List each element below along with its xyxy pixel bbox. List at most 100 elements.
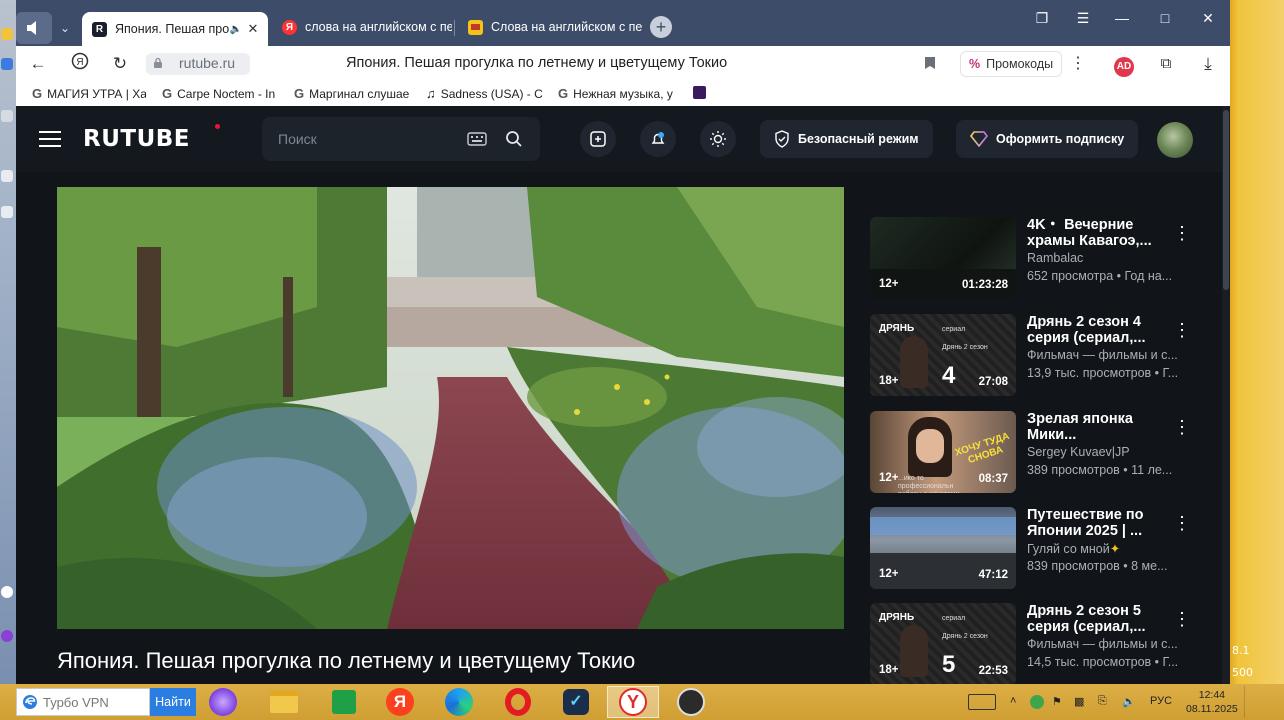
reload-button[interactable]: ↻ xyxy=(108,52,132,76)
taskbar-app-yandex-browser[interactable]: Y xyxy=(607,686,659,718)
extensions-menu-button[interactable]: ⧉ xyxy=(1154,52,1178,76)
show-desktop-button[interactable] xyxy=(1244,686,1284,718)
close-window-button[interactable]: ✕ xyxy=(1198,8,1218,28)
yandex-home-button[interactable]: Я xyxy=(68,52,92,76)
desktop-shortcut-icon[interactable] xyxy=(1,28,13,40)
channel-name[interactable]: Sergey Kuvaev|JP xyxy=(1027,445,1195,459)
recommendation-item[interactable]: 12+ 47:12 Путешествие по Японии 2025 | .… xyxy=(870,507,1206,591)
video-player[interactable] xyxy=(57,187,844,629)
tab-doc[interactable]: Слова на английском с пе xyxy=(458,12,644,42)
video-thumbnail[interactable]: ДРЯНЬ сериал Дрянь 2 сезон 18+ 5 22:53 xyxy=(870,603,1016,685)
channel-name[interactable]: Rambalac xyxy=(1027,251,1195,265)
promo-codes-button[interactable]: % Промокоды xyxy=(960,51,1063,77)
bookmark-item[interactable]: ♫ Sadness (USA) - C xyxy=(426,86,544,101)
downloads-button[interactable]: ⤓ xyxy=(1196,52,1220,76)
menu-button[interactable]: ☰ xyxy=(1073,8,1093,28)
tab-yandex-search[interactable]: Я слова на английском с пе xyxy=(272,12,452,42)
channel-name[interactable]: Фильмач — фильмы и с... xyxy=(1027,348,1195,362)
recommendation-item[interactable]: ДРЯНЬ сериал Дрянь 2 сезон 18+ 5 22:53 Д… xyxy=(870,603,1206,687)
recommendation-item[interactable]: ДРЯНЬ сериал Дрянь 2 сезон 18+ 4 27:08 Д… xyxy=(870,314,1206,398)
video-thumbnail[interactable]: ХОЧУ ТУДА СНОВА ...ико то профессиональн… xyxy=(870,411,1016,493)
scrollbar-thumb[interactable] xyxy=(1223,110,1229,290)
network-icon[interactable]: ▩ xyxy=(1074,695,1084,708)
search-input[interactable]: Поиск xyxy=(262,117,540,161)
extension-button[interactable]: AD xyxy=(1112,52,1136,77)
more-vertical-icon[interactable]: ⋮ xyxy=(1173,609,1191,629)
hamburger-menu-icon[interactable] xyxy=(39,130,61,148)
bookmark-item[interactable]: G Маргинал слушае xyxy=(294,86,412,101)
desktop-shortcut-icon[interactable] xyxy=(1,170,13,182)
keyboard-tray-icon[interactable] xyxy=(968,694,996,710)
recommendation-title[interactable]: 4K・ Вечерние храмы Кавагоэ,... xyxy=(1027,217,1167,249)
new-tab-button[interactable]: + xyxy=(650,16,672,38)
search-icon[interactable] xyxy=(505,130,523,148)
recommendation-title[interactable]: Дрянь 2 сезон 5 серия (сериал,... xyxy=(1027,603,1167,635)
more-vertical-icon[interactable]: ⋮ xyxy=(1173,513,1191,533)
safe-mode-button[interactable]: Безопасный режим xyxy=(760,120,933,158)
desktop-shortcut-icon[interactable] xyxy=(1,110,13,122)
more-options-button[interactable]: ⋮ xyxy=(1066,52,1090,76)
tab-rutube[interactable]: R Япония. Пешая прог 🔈 ✕ xyxy=(82,12,268,46)
video-meta: 652 просмотра • Год на... xyxy=(1027,269,1173,283)
collections-button[interactable]: ❐ xyxy=(1032,8,1052,28)
close-tab-icon[interactable]: ✕ xyxy=(244,21,262,37)
bookmark-item[interactable]: G Carpe Noctem - In xyxy=(162,86,280,101)
video-title: Япония. Пешая прогулка по летнему и цвет… xyxy=(57,648,636,673)
more-vertical-icon[interactable]: ⋮ xyxy=(1173,223,1191,243)
taskbar-app-alice[interactable] xyxy=(197,686,249,718)
theme-toggle-button[interactable] xyxy=(700,121,736,157)
url-text[interactable]: rutube.ru xyxy=(179,55,235,71)
recommendation-title[interactable]: Зрелая японка Мики... xyxy=(1027,411,1167,443)
rutube-logo[interactable]: RUTUBE xyxy=(83,126,190,152)
keyboard-icon[interactable] xyxy=(467,132,487,146)
video-thumbnail[interactable]: 12+ 01:23:28 xyxy=(870,217,1016,299)
taskbar-app-obs[interactable] xyxy=(665,686,717,718)
printer-icon[interactable]: ⎘ xyxy=(1098,695,1107,708)
more-vertical-icon[interactable]: ⋮ xyxy=(1173,417,1191,437)
video-thumbnail[interactable]: 12+ 47:12 xyxy=(870,507,1016,589)
taskbar-app-store[interactable] xyxy=(318,686,370,718)
bookmark-item[interactable]: G Нежная музыка, у xyxy=(558,86,676,101)
recommendation-title[interactable]: Путешествие по Японии 2025 | ... xyxy=(1027,507,1167,539)
subscribe-button[interactable]: Оформить подписку xyxy=(956,120,1139,158)
desktop-shortcut-icon[interactable] xyxy=(1,206,13,218)
taskbar-app-explorer[interactable] xyxy=(258,686,310,718)
recommendation-item[interactable]: ХОЧУ ТУДА СНОВА ...ико то профессиональн… xyxy=(870,411,1206,495)
maximize-button[interactable]: □ xyxy=(1155,8,1175,28)
bookmark-icon[interactable] xyxy=(924,56,936,70)
back-button[interactable]: ← xyxy=(26,52,50,76)
minimize-button[interactable]: — xyxy=(1112,8,1132,28)
chevron-up-icon[interactable]: ˄ xyxy=(1010,695,1016,707)
channel-name[interactable]: Фильмач — фильмы и с... xyxy=(1027,637,1195,651)
flag-icon[interactable]: ⚑ xyxy=(1052,695,1062,708)
desktop-shortcut-icon[interactable] xyxy=(1,586,13,598)
clock[interactable]: 12:44 08.11.2025 xyxy=(1186,688,1238,716)
notifications-button[interactable] xyxy=(640,121,676,157)
taskbar-search-input[interactable]: Турбо VPN xyxy=(16,688,150,716)
app-tray-icon[interactable] xyxy=(1030,695,1044,709)
video-app-icon xyxy=(693,86,706,99)
desktop-shortcut-icon[interactable] xyxy=(1,630,13,642)
language-indicator[interactable]: РУС xyxy=(1150,695,1172,707)
more-vertical-icon[interactable]: ⋮ xyxy=(1173,320,1191,340)
upload-button[interactable] xyxy=(580,121,616,157)
video-meta: 839 просмотров • 8 ме... xyxy=(1027,559,1168,573)
recommendation-title[interactable]: Дрянь 2 сезон 4 серия (сериал,... xyxy=(1027,314,1167,346)
bookmark-item[interactable]: G МАГИЯ УТРА | Ха xyxy=(32,86,146,101)
bookmark-item[interactable] xyxy=(693,86,709,99)
taskbar-app-yandex[interactable]: Я xyxy=(374,686,426,718)
avatar[interactable] xyxy=(1157,122,1193,158)
channel-name[interactable]: Гуляй со мной✦ xyxy=(1027,541,1195,556)
taskbar-app-opera[interactable] xyxy=(492,686,544,718)
tab-list-button[interactable]: ⌄ xyxy=(52,12,78,44)
volume-icon[interactable]: 🔈 xyxy=(1122,695,1136,708)
find-button[interactable]: Найти xyxy=(150,688,196,716)
taskbar-app-edge[interactable] xyxy=(433,686,485,718)
taskbar-app-vpn[interactable]: ✓ xyxy=(550,686,602,718)
address-page-title[interactable]: Япония. Пешая прогулка по летнему и цвет… xyxy=(346,55,727,71)
reload-icon: ↻ xyxy=(112,54,128,73)
desktop-shortcut-icon[interactable] xyxy=(1,58,13,70)
recommendation-item[interactable]: 12+ 01:23:28 4K・ Вечерние храмы Кавагоэ,… xyxy=(870,217,1206,301)
speaker-tab-button[interactable] xyxy=(16,12,52,44)
video-thumbnail[interactable]: ДРЯНЬ сериал Дрянь 2 сезон 18+ 4 27:08 xyxy=(870,314,1016,396)
